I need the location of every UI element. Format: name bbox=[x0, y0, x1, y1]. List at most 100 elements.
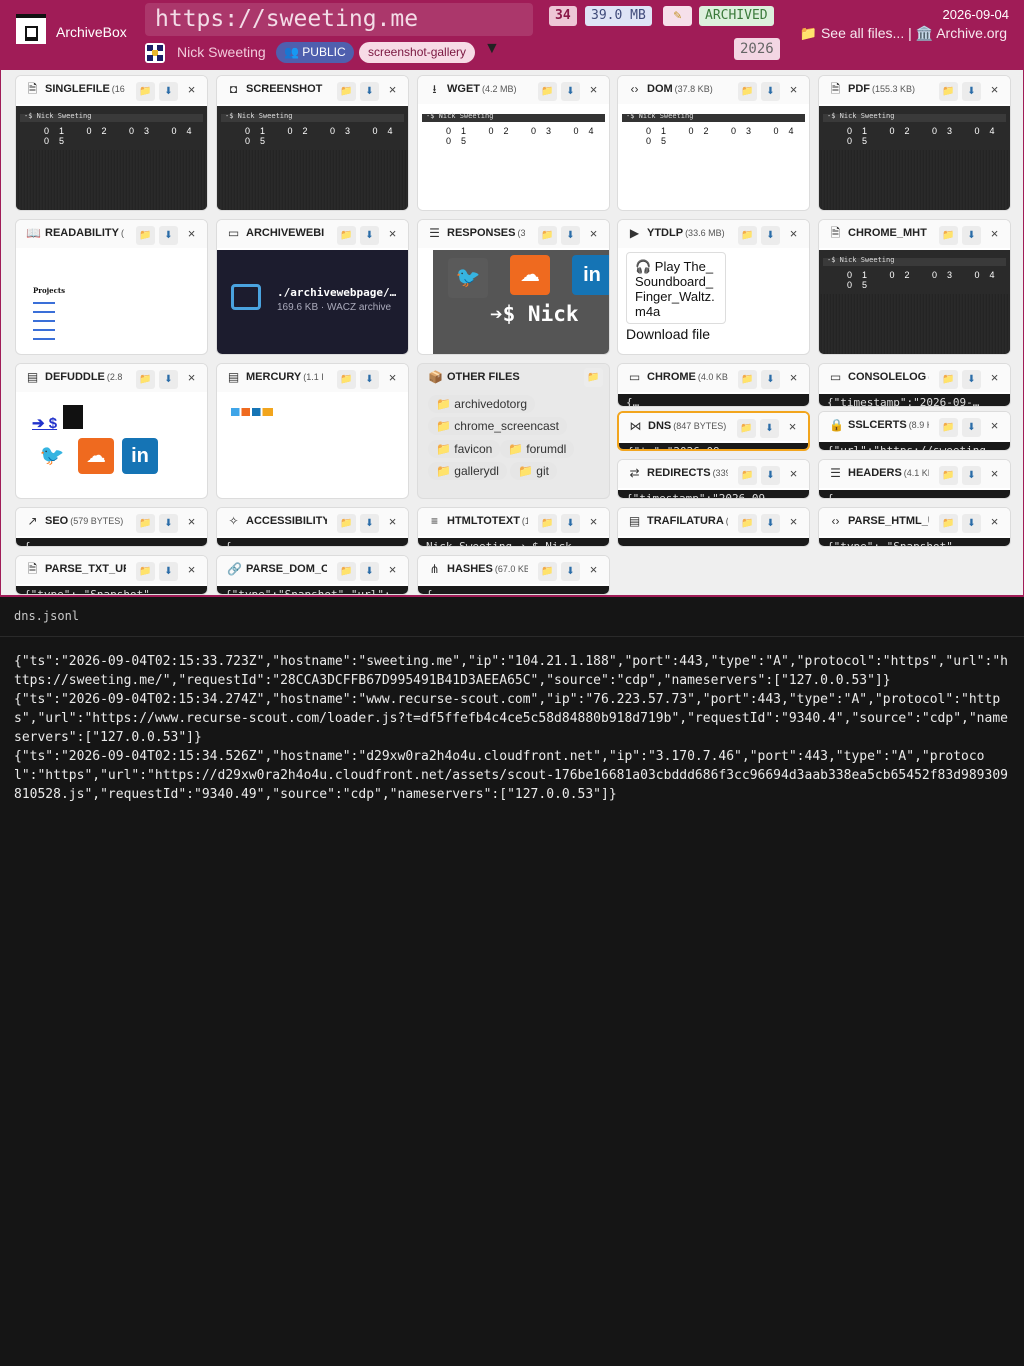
close-icon[interactable]: × bbox=[383, 224, 402, 243]
download-icon[interactable]: ⬇ bbox=[360, 514, 379, 533]
file-chip[interactable]: 📁 forumdl bbox=[500, 440, 575, 458]
close-icon[interactable]: × bbox=[784, 464, 803, 483]
folder-icon[interactable]: 📁 bbox=[136, 514, 155, 533]
tag-badge[interactable]: screenshot-gallery bbox=[359, 42, 476, 63]
readability-link[interactable] bbox=[33, 320, 55, 322]
download-icon[interactable]: ⬇ bbox=[962, 370, 981, 389]
folder-icon[interactable]: 📁 bbox=[538, 514, 557, 533]
artifact-card[interactable]: ⭳ WGET (4.2 MB) 📁 ⬇ × -$ Nick Sweeting 01 02 03… bbox=[417, 75, 610, 211]
see-all-files-link[interactable]: 📁 See all files... bbox=[800, 25, 905, 41]
artifact-card[interactable]: 🔗PARSE_DOM_OUT📁⬇× {"type":"Snapshot","url… bbox=[216, 555, 409, 595]
artifact-card[interactable]: ‹›PARSE_HTML_UR📁⬇× {"type": "Snapshot", … bbox=[818, 507, 1011, 547]
download-icon[interactable]: ⬇ bbox=[761, 226, 780, 245]
folder-icon[interactable]: 📁 bbox=[939, 226, 958, 245]
artifact-card[interactable]: ▤TRAFILATURA(4.6📁⬇×---… bbox=[617, 507, 810, 547]
folder-icon[interactable]: 📁 bbox=[337, 370, 356, 389]
folder-icon[interactable]: 📁 bbox=[584, 368, 603, 387]
card-title[interactable]: READABILITY( bbox=[45, 227, 124, 239]
artifact-card[interactable]: ⋔HASHES(67.0 KB)📁⬇×{… bbox=[417, 555, 610, 595]
folder-icon[interactable]: 📁 bbox=[136, 82, 155, 101]
brand-name[interactable]: ArchiveBox bbox=[56, 24, 127, 40]
artifact-card[interactable]: 📖 READABILITY(📁 ⬇ × Projects bbox=[15, 219, 208, 355]
download-icon[interactable]: ⬇ bbox=[159, 514, 178, 533]
folder-icon[interactable]: 📁 bbox=[738, 514, 757, 533]
readability-link[interactable] bbox=[33, 329, 55, 331]
folder-icon[interactable]: 📁 bbox=[939, 82, 958, 101]
card-title[interactable]: DOM (37.8 KB) bbox=[647, 83, 713, 95]
close-icon[interactable]: × bbox=[383, 368, 402, 387]
artifact-card[interactable]: ▭ ARCHIVEWEBI 📁 ⬇ × ./archivewebpage/… 169.6 K… bbox=[216, 219, 409, 355]
folder-icon[interactable]: 📁 bbox=[738, 370, 757, 389]
file-chip[interactable]: 📁 favicon bbox=[428, 440, 501, 458]
folder-icon[interactable]: 📁 bbox=[337, 226, 356, 245]
artifact-card[interactable]: ⇄ REDIRECTS(339 B📁⬇× {"timestamp":"2026-09… bbox=[617, 459, 810, 499]
card-title[interactable]: RESPONSES (3 bbox=[447, 227, 525, 239]
card-title[interactable]: HTMLTOTEXT(1.2 bbox=[447, 515, 537, 527]
card-title[interactable]: CHROME (4.0 KB) bbox=[647, 371, 731, 383]
artifact-card[interactable]: ✧ ACCESSIBILITY(4📁⬇× {… bbox=[216, 507, 409, 547]
close-icon[interactable]: × bbox=[985, 80, 1004, 99]
card-title[interactable]: SINGLEFILE (16 bbox=[45, 83, 125, 95]
folder-icon[interactable]: 📁 bbox=[136, 562, 155, 581]
download-icon[interactable]: ⬇ bbox=[962, 226, 981, 245]
close-icon[interactable]: × bbox=[985, 224, 1004, 243]
archivebox-logo-icon[interactable] bbox=[16, 14, 46, 44]
artifact-card[interactable]: 🗎 PDF (155.3 KB) 📁 ⬇ × -$ Nick Sweeting 01 02 0… bbox=[818, 75, 1011, 211]
artifact-card[interactable]: ▭ CHROME (4.0 KB) 📁 ⬇ × {… bbox=[617, 363, 810, 407]
artifact-card[interactable]: 🗎 PARSE_TXT_URL📁⬇× {"type": "Snapshot", … bbox=[15, 555, 208, 595]
download-icon[interactable]: ⬇ bbox=[159, 226, 178, 245]
file-chip[interactable]: 📁 git bbox=[510, 462, 557, 480]
readability-link[interactable] bbox=[33, 302, 55, 304]
download-link[interactable]: Download file bbox=[626, 326, 710, 342]
artifact-card[interactable]: ▤ MERCURY (1.1 I 📁 ⬇ × bbox=[216, 363, 409, 499]
folder-icon[interactable]: 📁 bbox=[738, 466, 757, 485]
folder-icon[interactable]: 📁 bbox=[939, 466, 958, 485]
close-icon[interactable]: × bbox=[985, 368, 1004, 387]
card-title[interactable]: CHROME_MHT bbox=[848, 227, 929, 239]
card-title[interactable]: ACCESSIBILITY(4 bbox=[246, 515, 340, 527]
card-title[interactable]: ARCHIVEWEBI bbox=[246, 227, 326, 239]
download-icon[interactable]: ⬇ bbox=[360, 562, 379, 581]
download-icon[interactable]: ⬇ bbox=[561, 514, 580, 533]
close-icon[interactable]: × bbox=[182, 80, 201, 99]
artifact-card[interactable]: ⋈DNS(847 BYTES)📁⬇×{"ts":"2026-09… bbox=[617, 411, 810, 451]
card-title[interactable]: SEO (579 BYTES) bbox=[45, 515, 123, 527]
close-icon[interactable]: × bbox=[985, 416, 1004, 435]
download-icon[interactable]: ⬇ bbox=[360, 82, 379, 101]
close-icon[interactable]: × bbox=[383, 80, 402, 99]
folder-icon[interactable]: 📁 bbox=[337, 514, 356, 533]
artifact-card[interactable]: 🔒 SSLCERTS(8.9 KB)📁⬇× {"url":"https://swee… bbox=[818, 411, 1011, 451]
artifact-card[interactable]: 🗎 SINGLEFILE (16 📁 ⬇ × -$ Nick Sweeting 01 02 0… bbox=[15, 75, 208, 211]
folder-icon[interactable]: 📁 bbox=[538, 226, 557, 245]
file-chip[interactable]: 📁 archivedotorg bbox=[428, 395, 535, 413]
download-icon[interactable]: ⬇ bbox=[561, 82, 580, 101]
close-icon[interactable]: × bbox=[985, 464, 1004, 483]
download-icon[interactable]: ⬇ bbox=[962, 82, 981, 101]
artifact-card[interactable]: ≡ HTMLTOTEXT(1.2📁⬇× Nick Sweeting ➔ $ Nick… bbox=[417, 507, 610, 547]
folder-icon[interactable]: 📁 bbox=[939, 418, 958, 437]
download-icon[interactable]: ⬇ bbox=[159, 82, 178, 101]
folder-icon[interactable]: 📁 bbox=[538, 82, 557, 101]
close-icon[interactable]: × bbox=[383, 512, 402, 531]
close-icon[interactable]: × bbox=[985, 512, 1004, 531]
folder-icon[interactable]: 📁 bbox=[337, 562, 356, 581]
card-title[interactable]: PDF (155.3 KB) bbox=[848, 83, 915, 95]
folder-icon[interactable]: 📁 bbox=[136, 370, 155, 389]
card-title[interactable]: WGET (4.2 MB) bbox=[447, 83, 517, 95]
card-title[interactable]: SSLCERTS (8.9 KB) bbox=[848, 419, 942, 431]
folder-icon[interactable]: 📁 bbox=[737, 419, 756, 438]
close-icon[interactable]: × bbox=[182, 560, 201, 579]
folder-icon[interactable]: 📁 bbox=[738, 226, 757, 245]
card-title[interactable]: REDIRECTS (339 B bbox=[647, 467, 739, 479]
folder-icon[interactable]: 📁 bbox=[939, 514, 958, 533]
folder-icon[interactable]: 📁 bbox=[939, 370, 958, 389]
close-icon[interactable]: × bbox=[584, 224, 603, 243]
snapshot-url[interactable]: https://sweeting.me bbox=[145, 3, 533, 36]
card-title[interactable]: HEADERS (4.1 KB) bbox=[848, 467, 937, 479]
card-title[interactable]: YTDLP (33.6 MB) bbox=[647, 227, 725, 239]
artifact-card[interactable]: ▶ YTDLP (33.6 MB) 📁 ⬇ × 🎧 Play The_Soundboard_… bbox=[617, 219, 810, 355]
archive-file-name[interactable]: ./archivewebpage/… bbox=[277, 286, 396, 299]
download-icon[interactable]: ⬇ bbox=[761, 466, 780, 485]
artifact-card[interactable]: ☰ HEADERS(4.1 KB)📁⬇× {… bbox=[818, 459, 1011, 499]
folder-icon[interactable]: 📁 bbox=[738, 82, 757, 101]
